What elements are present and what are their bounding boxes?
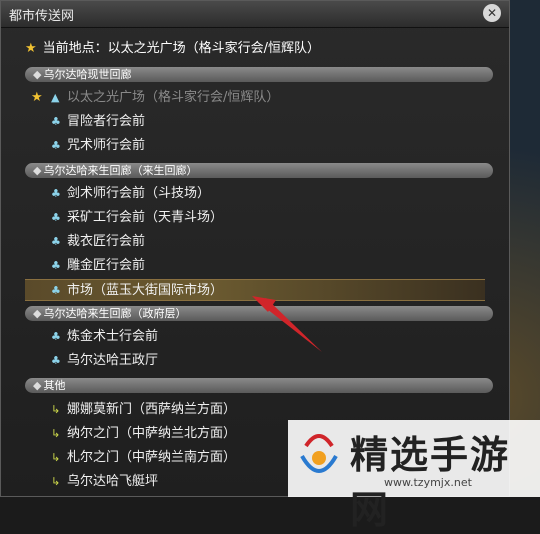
watermark-logo-icon (300, 434, 338, 473)
watermark: 精选手游网 www.tzymjx.net (288, 420, 540, 532)
watermark-url: www.tzymjx.net (384, 476, 472, 489)
